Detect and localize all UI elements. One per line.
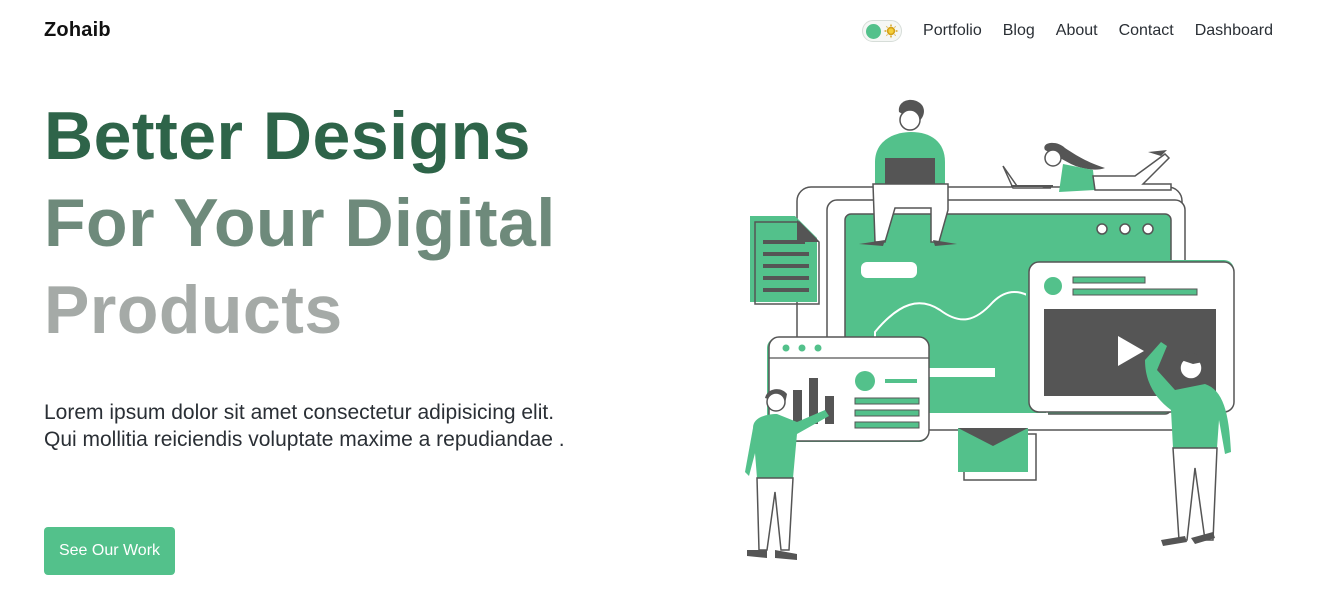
hero-title: Better Designs For Your Digital Products <box>44 93 556 354</box>
nav-link-dashboard[interactable]: Dashboard <box>1195 22 1273 40</box>
see-our-work-button[interactable]: See Our Work <box>44 527 175 575</box>
hero-title-line-3: Products <box>44 272 343 348</box>
nav-link-contact[interactable]: Contact <box>1119 22 1174 40</box>
toggle-knob <box>866 24 882 39</box>
nav-link-about[interactable]: About <box>1056 22 1098 40</box>
hero-title-line-1: Better Designs <box>44 98 531 174</box>
hero-title-line-2: For Your Digital <box>44 185 556 261</box>
brand-logo[interactable]: Zohaib <box>44 19 111 42</box>
main-nav: Portfolio Blog About Contact Dashboard <box>862 18 1273 44</box>
sun-icon <box>883 23 899 39</box>
theme-toggle[interactable] <box>862 20 903 42</box>
nav-link-portfolio[interactable]: Portfolio <box>923 22 982 40</box>
nav-link-blog[interactable]: Blog <box>1003 22 1035 40</box>
hero-description: Lorem ipsum dolor sit amet consectetur a… <box>44 401 565 451</box>
hero-illustration <box>745 99 1235 560</box>
